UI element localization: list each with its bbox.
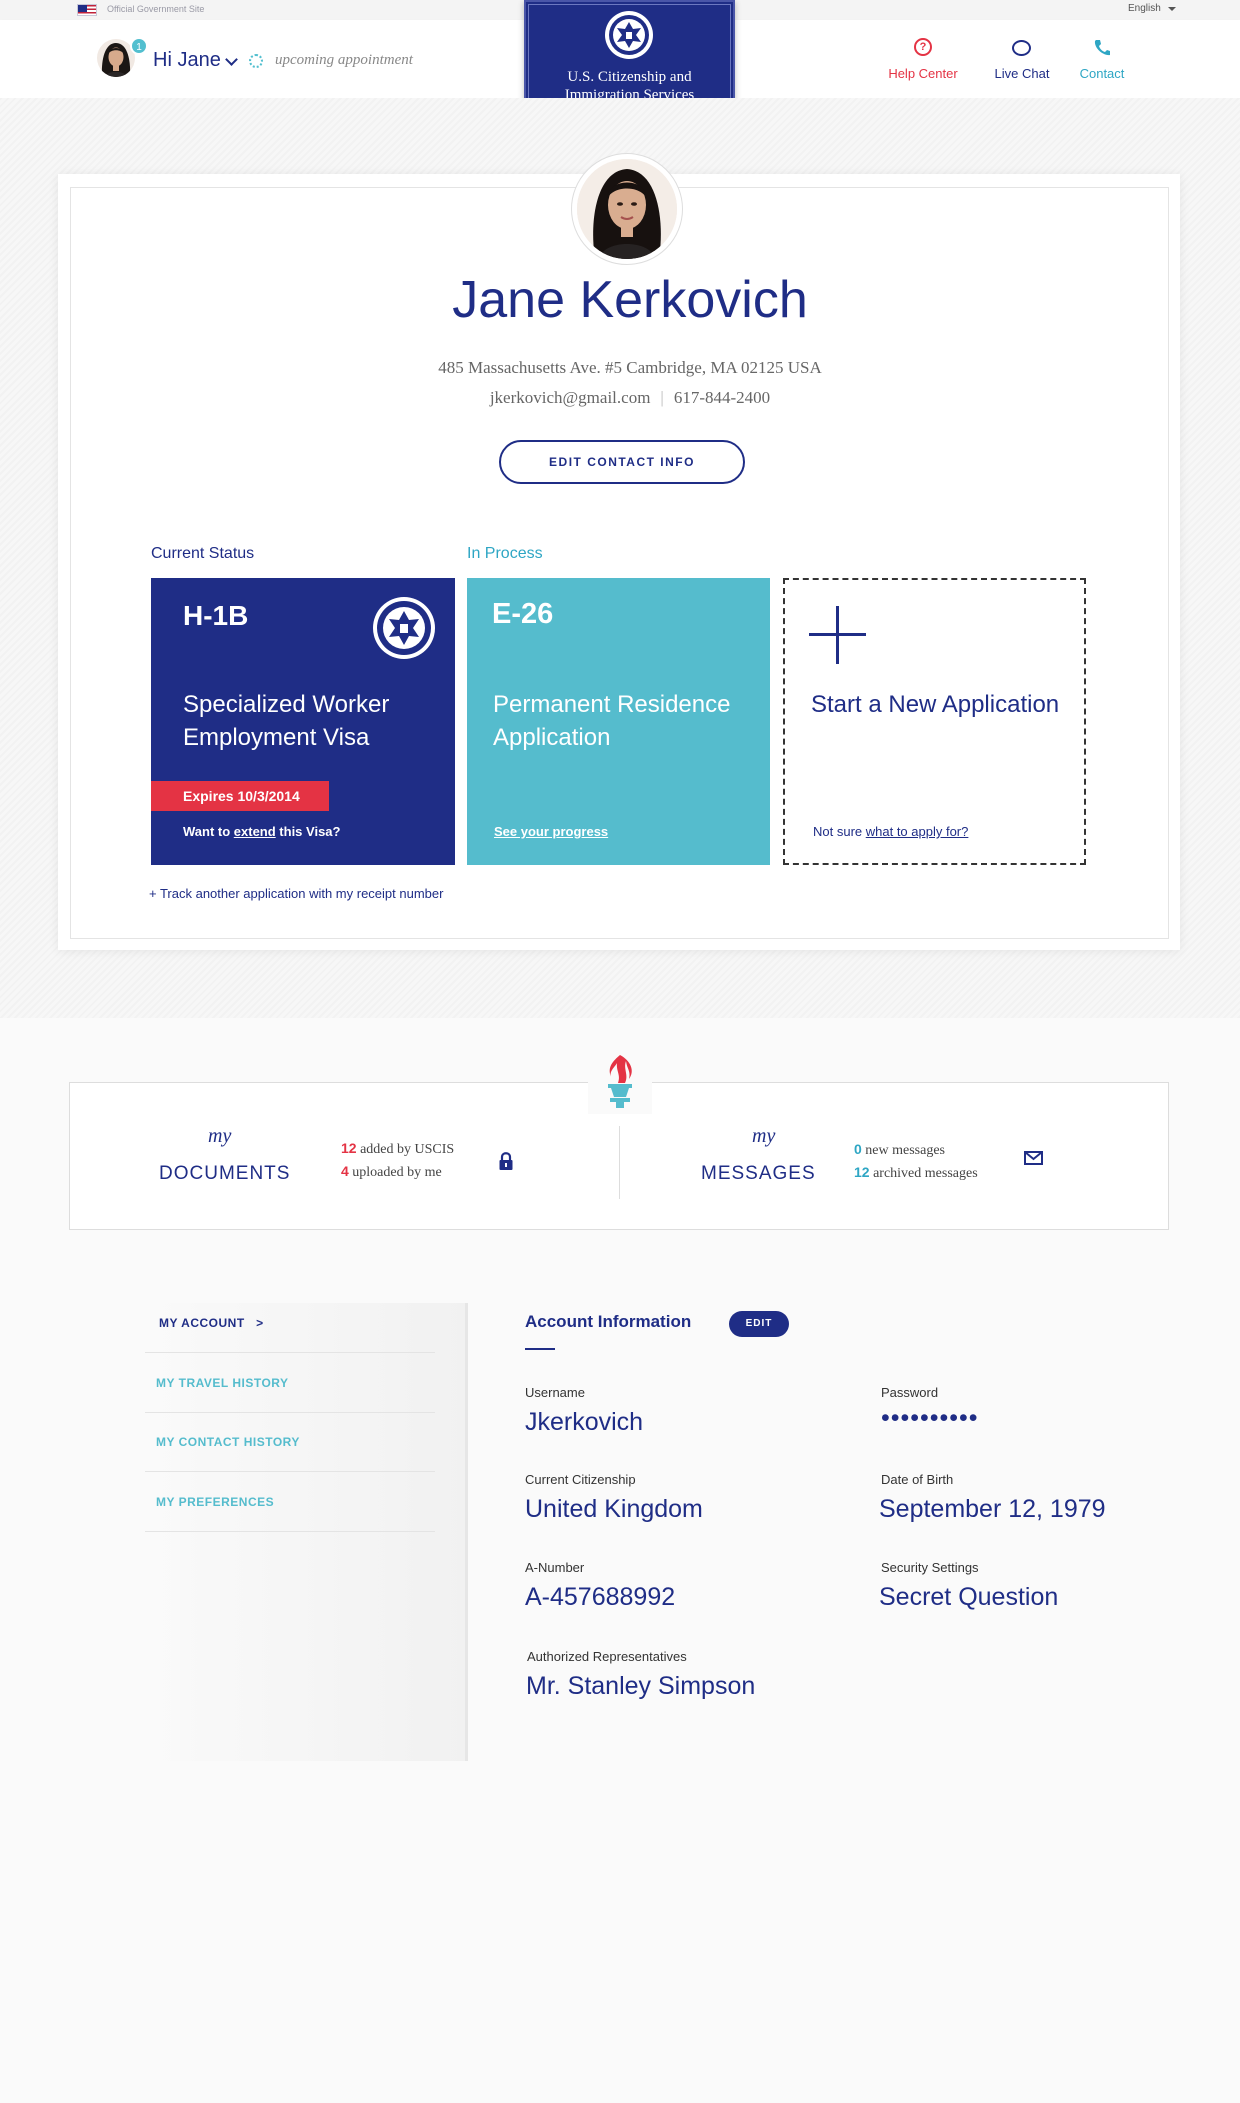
citizenship-label: Current Citizenship [525, 1472, 636, 1487]
nav-contact[interactable]: Contact [1062, 66, 1142, 81]
messages-script: my [752, 1125, 776, 1147]
new-text: new messages [861, 1143, 945, 1158]
docs-added-count[interactable]: 12 added by USCIS [341, 1140, 454, 1158]
e26-title: Permanent Residence Application [493, 691, 731, 751]
new-messages-count[interactable]: 0 new messages [854, 1141, 945, 1159]
account-info-title: Account Information [525, 1312, 692, 1331]
panel-divider [619, 1126, 620, 1199]
archived-messages-count[interactable]: 12 archived messages [854, 1164, 978, 1182]
expiry-badge: Expires 10/3/2014 [151, 781, 329, 811]
not-sure-text: Not sure what to apply for? [813, 824, 968, 839]
username-value: Jkerkovich [525, 1408, 644, 1436]
docs-uploaded-count[interactable]: 4 uploaded by me [341, 1163, 442, 1181]
profile-name: Jane Kerkovich [452, 271, 808, 329]
agency-name-line1: U.S. Citizenship and [567, 69, 692, 85]
profile-email[interactable]: jkerkovich@gmail.com [490, 388, 651, 407]
chat-bubble-icon[interactable] [1012, 40, 1031, 56]
sidebar-item-contact-history[interactable]: MY CONTACT HISTORY [145, 1412, 435, 1472]
lock-icon [498, 1151, 514, 1171]
uploaded-text: uploaded by me [348, 1165, 442, 1180]
profile-contact-line: jkerkovich@gmail.com | 617-844-2400 [320, 388, 940, 408]
dhs-seal-icon [371, 595, 437, 661]
greeting-menu[interactable]: Hi Jane [153, 49, 221, 72]
e26-code: E-26 [492, 598, 554, 630]
extend-link[interactable]: extend [234, 824, 276, 839]
citizenship-value: United Kingdom [525, 1495, 703, 1523]
see-progress-link[interactable]: See your progress [494, 824, 608, 839]
upcoming-appointment-link[interactable]: upcoming appointment [275, 52, 413, 69]
sun-icon [249, 54, 263, 68]
separator: | [660, 388, 664, 407]
nav-live-chat[interactable]: Live Chat [982, 66, 1062, 81]
dob-value: September 12, 1979 [879, 1495, 1106, 1523]
account-edit-button[interactable]: EDIT [729, 1311, 789, 1337]
documents-link[interactable]: DOCUMENTS [159, 1163, 290, 1185]
us-flag-icon [77, 4, 97, 16]
h1b-title: Specialized Worker Employment Visa [183, 691, 390, 751]
h1b-code: H-1B [183, 600, 249, 631]
caret-down-icon[interactable] [1168, 7, 1176, 11]
track-application-link[interactable]: + Track another application with my rece… [149, 886, 443, 901]
representatives-label: Authorized Representatives [527, 1649, 687, 1664]
sidebar-divider [465, 1303, 468, 1761]
profile-phone[interactable]: 617-844-2400 [674, 388, 770, 407]
representatives-value: Mr. Stanley Simpson [526, 1672, 756, 1700]
sidebar-item-my-account[interactable]: MY ACCOUNT > [145, 1293, 435, 1353]
new-application-title[interactable]: Start a New Application [811, 688, 1071, 721]
phone-icon[interactable] [1093, 39, 1111, 57]
security-value: Secret Question [879, 1583, 1059, 1611]
sidebar-item-travel-history[interactable]: MY TRAVEL HISTORY [145, 1353, 435, 1413]
dhs-seal-icon [603, 9, 655, 61]
extend-pre: Want to [183, 824, 234, 839]
help-icon[interactable]: ? [914, 38, 932, 56]
added-text: added by USCIS [356, 1142, 455, 1157]
official-site-label: Official Government Site [107, 4, 205, 14]
dob-label: Date of Birth [881, 1472, 954, 1487]
extend-post: this Visa? [275, 824, 341, 839]
added-count: 12 [341, 1140, 357, 1156]
what-to-apply-link[interactable]: what to apply for? [866, 824, 969, 839]
current-status-heading: Current Status [151, 545, 255, 562]
nav-help-center[interactable]: Help Center [880, 66, 966, 81]
language-selector[interactable]: English [1128, 3, 1161, 14]
extend-visa-text: Want to extend this Visa? [183, 824, 340, 839]
uploaded-count: 4 [341, 1163, 349, 1179]
security-label: Security Settings [881, 1560, 979, 1575]
torch-icon [599, 1053, 641, 1109]
profile-photo [577, 159, 677, 259]
password-value: •••••••••• [881, 1404, 979, 1432]
new-application-tile[interactable] [783, 578, 1086, 865]
envelope-icon [1024, 1151, 1043, 1165]
a-number-value: A-457688992 [525, 1583, 676, 1611]
plus-icon-bar[interactable] [809, 633, 866, 636]
new-count: 0 [854, 1141, 862, 1157]
edit-contact-button[interactable]: EDIT CONTACT INFO [499, 440, 745, 484]
profile-address: 485 Massachusetts Ave. #5 Cambridge, MA … [438, 358, 822, 377]
archived-text: archived messages [869, 1166, 978, 1181]
messages-link[interactable]: MESSAGES [701, 1163, 816, 1185]
in-process-heading: In Process [467, 545, 543, 562]
archived-count: 12 [854, 1164, 870, 1180]
a-number-label: A-Number [525, 1560, 585, 1575]
username-label: Username [525, 1385, 585, 1400]
notification-badge[interactable]: 1 [130, 37, 148, 55]
title-underline [525, 1348, 555, 1350]
not-sure-pre: Not sure [813, 824, 866, 839]
password-label: Password [881, 1385, 939, 1400]
sidebar-item-preferences[interactable]: MY PREFERENCES [145, 1472, 435, 1532]
documents-script: my [208, 1125, 232, 1147]
